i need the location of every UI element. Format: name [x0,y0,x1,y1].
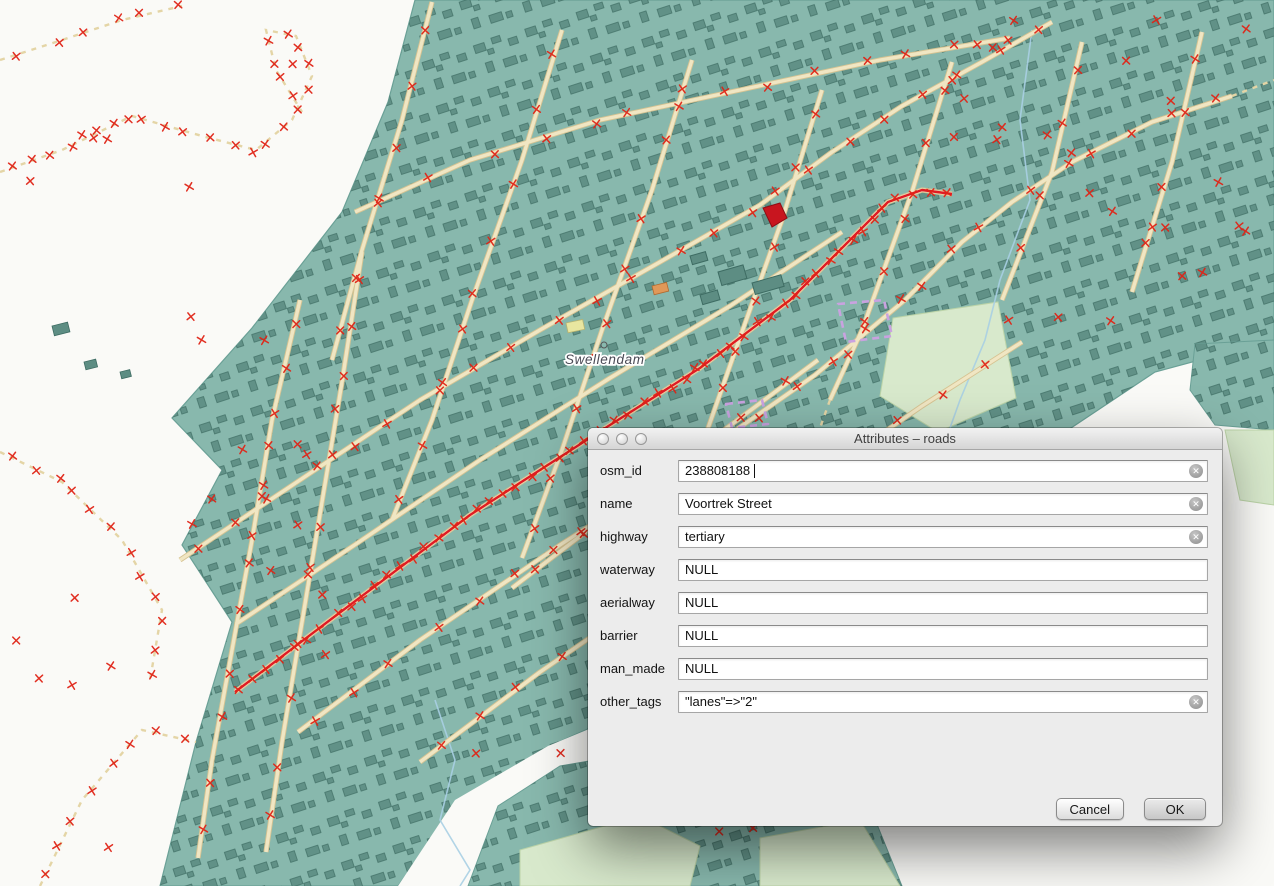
clear-field-icon[interactable] [1189,464,1203,478]
name-input[interactable] [678,493,1208,515]
field-row-highway: highway [600,520,1208,553]
man-made-input[interactable] [678,658,1208,680]
field-label-other-tags: other_tags [600,694,678,709]
cancel-button[interactable]: Cancel [1056,798,1124,820]
clear-field-icon[interactable] [1189,497,1203,511]
osm-id-input[interactable] [678,460,1208,482]
field-row-aerialway: aerialway [600,586,1208,619]
barrier-input[interactable] [678,625,1208,647]
dialog-title: Attributes – roads [854,431,956,446]
field-label-highway: highway [600,529,678,544]
aerialway-input[interactable] [678,592,1208,614]
field-row-other-tags: other_tags [600,685,1208,718]
field-row-man-made: man_made [600,652,1208,685]
field-label-barrier: barrier [600,628,678,643]
minimize-button[interactable] [616,433,628,445]
field-label-man-made: man_made [600,661,678,676]
clear-field-icon[interactable] [1189,530,1203,544]
field-row-osm-id: osm_id [600,454,1208,487]
window-controls [597,433,647,445]
field-row-name: name [600,487,1208,520]
dialog-body: osm_id name highway [588,450,1222,826]
attributes-dialog: Attributes – roads osm_id name highwa [588,428,1222,826]
zoom-button[interactable] [635,433,647,445]
ok-button[interactable]: OK [1144,798,1206,820]
qgis-map-window: Swellendam Attributes – roads osm_id [0,0,1274,886]
other-tags-input[interactable] [678,691,1208,713]
field-label-aerialway: aerialway [600,595,678,610]
field-row-barrier: barrier [600,619,1208,652]
field-label-waterway: waterway [600,562,678,577]
waterway-input[interactable] [678,559,1208,581]
field-label-osm-id: osm_id [600,463,678,478]
dialog-buttons: Cancel OK [1056,798,1206,820]
field-row-waterway: waterway [600,553,1208,586]
clear-field-icon[interactable] [1189,695,1203,709]
text-caret [754,464,755,478]
dialog-titlebar[interactable]: Attributes – roads [588,428,1222,450]
highway-input[interactable] [678,526,1208,548]
close-button[interactable] [597,433,609,445]
field-label-name: name [600,496,678,511]
map-place-label: Swellendam [565,352,645,367]
